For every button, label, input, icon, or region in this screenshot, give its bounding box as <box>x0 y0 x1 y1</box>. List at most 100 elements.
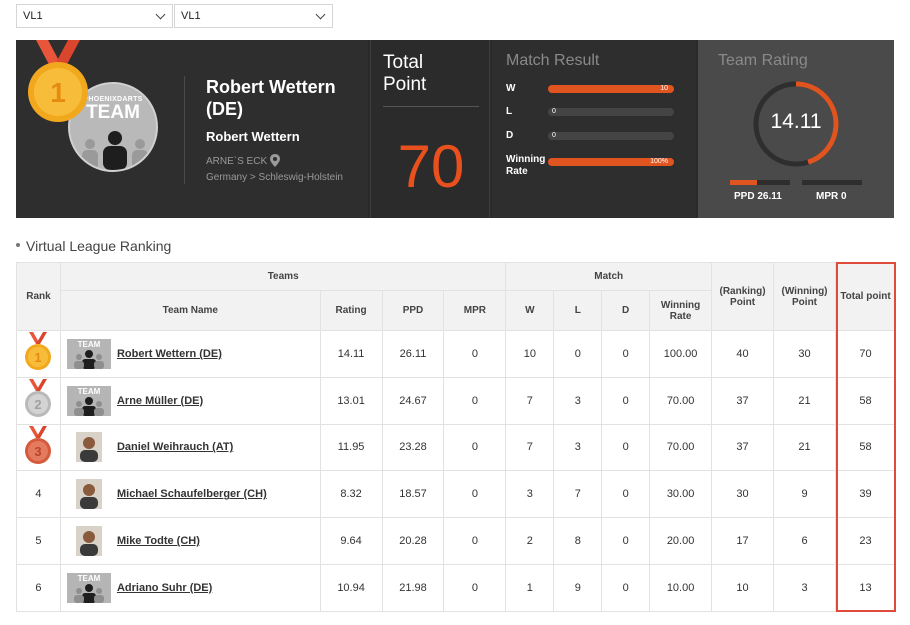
rating-cell: 10.94 <box>319 563 383 612</box>
l-cell: 8 <box>553 517 603 565</box>
winning-rate-cell: 10.00 <box>649 563 713 612</box>
match-result-panel: Match Result W 10 L 0 D 0 Winning Rate 100% <box>492 40 696 218</box>
col-mpr: MPR <box>443 290 507 331</box>
section-title: Virtual League Ranking <box>16 238 171 254</box>
rank-cell: 5 <box>16 517 61 565</box>
match-row-label: D <box>506 130 514 141</box>
team-name: Robert Wettern (DE) <box>206 77 336 119</box>
winning-rate-cell: 100.00 <box>649 330 713 378</box>
table-row: 4 Michael Schaufelberger (CH) 8.32 18.57 0 3 7… <box>16 470 896 519</box>
col-winning-rate: Winning Rate <box>649 290 713 331</box>
chevron-down-icon <box>155 9 166 20</box>
match-row-bar: 0 <box>548 108 674 116</box>
team-name-link[interactable]: Mike Todte (CH) <box>117 535 200 547</box>
team-summary-banner: PHOENIXDARTS TEAM 1 Robert Wettern (DE) … <box>16 40 894 218</box>
team-name-link[interactable]: Arne Müller (DE) <box>117 395 203 407</box>
match-row-label: L <box>506 106 513 117</box>
gold-medal-icon: 1 <box>25 332 52 371</box>
rating-cell: 8.32 <box>319 470 383 519</box>
rank-cell: 4 <box>16 470 61 519</box>
col-l: L <box>553 290 603 331</box>
total-point-cell: 13 <box>835 563 896 612</box>
col-ppd: PPD <box>381 290 445 331</box>
ranking-point-cell: 10 <box>711 563 775 612</box>
ppd-cell: 26.11 <box>381 330 445 378</box>
team-name-cell: Daniel Weihrauch (AT) <box>59 423 321 472</box>
d-cell: 0 <box>601 470 651 519</box>
chevron-down-icon <box>315 9 326 20</box>
team-thumbnail: TEAM <box>66 385 111 416</box>
col-winning-point: (Winning) Point <box>773 262 836 331</box>
mpr-label: MPR 0 <box>816 191 847 202</box>
ranking-point-cell: 37 <box>711 376 775 425</box>
team-thumbnail: TEAM <box>66 338 111 369</box>
col-d: D <box>601 290 651 331</box>
winning-point-cell: 6 <box>773 517 836 565</box>
team-rating-value: 14.11 <box>770 110 822 133</box>
l-cell: 7 <box>553 470 603 519</box>
total-point-cell: 58 <box>835 376 896 425</box>
w-cell: 10 <box>505 330 555 378</box>
player-photo <box>75 479 102 510</box>
ranking-point-cell: 40 <box>711 330 775 378</box>
rank-cell: 6 <box>16 563 61 612</box>
team-name-link[interactable]: Adriano Suhr (DE) <box>117 582 212 594</box>
location-text: Germany > Schleswig-Holstein <box>206 172 343 183</box>
col-rating: Rating <box>319 290 383 331</box>
col-group-match: Match <box>505 262 713 291</box>
d-cell: 0 <box>601 563 651 612</box>
team-name-link[interactable]: Michael Schaufelberger (CH) <box>117 488 267 500</box>
ppd-cell: 20.28 <box>381 517 445 565</box>
winning-rate-cell: 20.00 <box>649 517 713 565</box>
rank-medal-text: 2 <box>35 397 42 412</box>
table-row: 2 TEAM Arne Müller (DE) 13.01 24.67 0 7 3 0 70.00… <box>16 376 896 425</box>
team-name-cell: Michael Schaufelberger (CH) <box>59 470 321 519</box>
total-point-divider <box>383 106 479 107</box>
w-cell: 7 <box>505 376 555 425</box>
total-point-value: 70 <box>397 133 465 200</box>
total-point-cell: 70 <box>835 330 896 378</box>
l-cell: 0 <box>553 330 603 378</box>
team-thumbnail: TEAM <box>66 572 111 603</box>
d-cell: 0 <box>601 376 651 425</box>
player-photo <box>75 526 102 557</box>
match-row-value: 10 <box>660 85 668 92</box>
rating-cell: 11.95 <box>319 423 383 472</box>
league-select-1[interactable]: VL1 <box>16 4 173 28</box>
player-photo-icon <box>75 432 102 463</box>
table-row: 6 TEAM Adriano Suhr (DE) 10.94 21.98 0 1 9 0 10.0… <box>16 563 896 612</box>
col-group-teams: Teams <box>59 262 507 291</box>
bronze-medal-icon: 3 <box>25 425 52 464</box>
ranking-point-cell: 30 <box>711 470 775 519</box>
location-pin-icon <box>270 154 280 167</box>
d-cell: 0 <box>601 517 651 565</box>
match-row-value: 100% <box>650 158 668 165</box>
team-name-cell: TEAM Robert Wettern (DE) <box>59 330 321 378</box>
mpr-cell: 0 <box>443 376 507 425</box>
winning-rate-cell: 70.00 <box>649 423 713 472</box>
rating-cell: 14.11 <box>319 330 383 378</box>
rank-cell: 3 <box>16 423 61 472</box>
silver-medal-icon: 2 <box>25 379 52 418</box>
ppd-label: PPD 26.11 <box>734 191 782 202</box>
table-row: 3 Daniel Weihrauch (AT) 11.95 23.28 0 7 3 0 70.0… <box>16 423 896 472</box>
d-cell: 0 <box>601 423 651 472</box>
ranking-table: Rank Teams Match (Ranking) Point (Winnin… <box>16 262 896 612</box>
team-name-link[interactable]: Robert Wettern (DE) <box>117 348 222 360</box>
winning-point-cell: 9 <box>773 470 836 519</box>
rank-cell: 2 <box>16 376 61 425</box>
team-name-link[interactable]: Daniel Weihrauch (AT) <box>117 441 233 453</box>
rank-number: 4 <box>35 488 42 501</box>
team-silhouette-icon <box>73 349 104 369</box>
col-total-point: Total point <box>835 262 896 331</box>
match-row-value: 0 <box>552 132 556 139</box>
league-select-2[interactable]: VL1 <box>174 4 333 28</box>
match-row-label: Winning Rate <box>506 154 546 177</box>
w-cell: 1 <box>505 563 555 612</box>
rating-cell: 9.64 <box>319 517 383 565</box>
team-name-cell: TEAM Adriano Suhr (DE) <box>59 563 321 612</box>
team-silhouette-icon <box>73 396 104 416</box>
league-select-2-value: VL1 <box>181 10 201 22</box>
player-photo-icon <box>75 526 102 557</box>
total-point-panel: Total Point 70 <box>370 40 490 218</box>
